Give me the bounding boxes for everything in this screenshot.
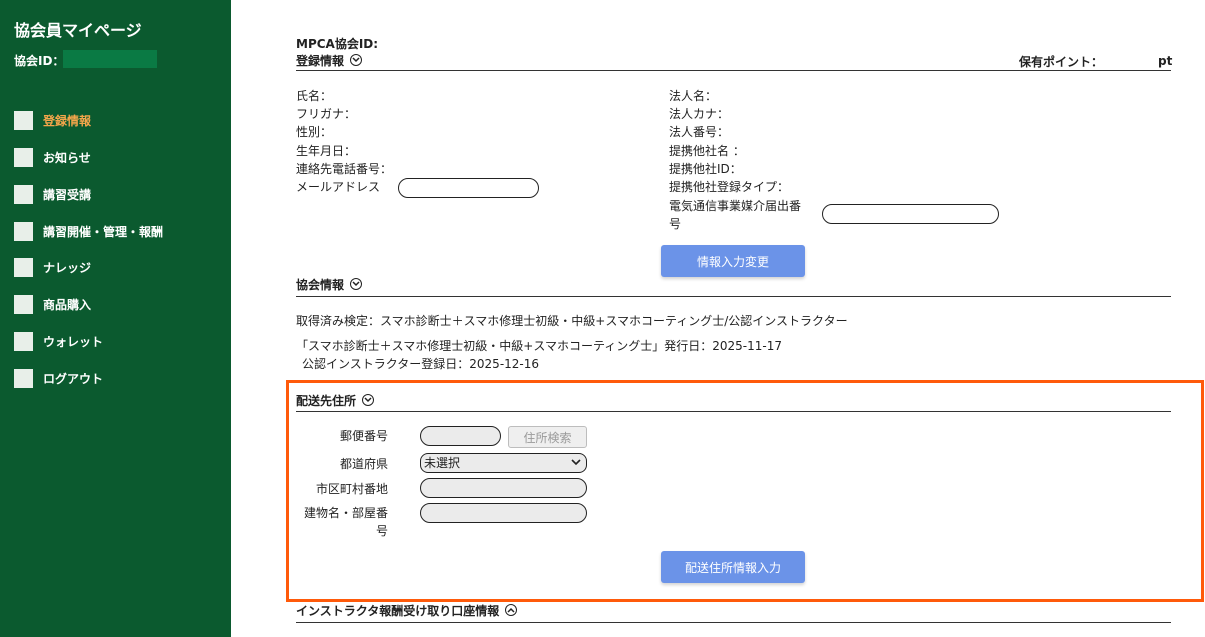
telecom-label-line2: 号 [669,217,682,231]
address-search-button[interactable]: 住所検索 [508,426,587,448]
field-corp-name: 法人名： [669,89,718,103]
sidebar-item-registration[interactable]: 登録情報 [14,110,91,130]
association-section-title: 協会情報 [296,278,345,292]
chevron-down-icon[interactable] [350,278,363,290]
field-furigana: フリガナ： [296,107,357,121]
chevron-down-icon[interactable] [350,54,363,66]
field-corp-number: 法人番号： [669,125,730,139]
postal-code-field[interactable] [420,426,501,446]
city-label: 市区町村番地 [315,482,388,496]
points-unit: pt [1158,54,1173,68]
sidebar-item-label: 商品購入 [43,297,92,312]
sidebar-item-knowledge[interactable]: ナレッジ [14,257,91,277]
building-label-line2: 号 [375,524,388,538]
sidebar-item-label: ログアウト [43,371,104,386]
menu-square-icon [14,110,33,130]
telecom-label-line1: 電気通信事業媒介届出番 [669,199,802,213]
menu-square-icon [14,257,33,277]
change-info-button[interactable]: 情報入力変更 [661,245,805,277]
prefecture-select[interactable]: 未選択 [420,453,587,473]
bank-section-header[interactable]: インストラクタ報酬受け取り口座情報 [296,602,518,619]
sidebar-item-logout[interactable]: ログアウト [14,368,103,388]
field-corp-kana: 法人カナ： [669,107,730,121]
field-email-label: メールアドレス [296,180,381,194]
shipping-section-header[interactable]: 配送先住所 [296,392,375,409]
postal-code-label: 郵便番号 [339,429,388,443]
sidebar-item-label: 登録情報 [43,113,92,128]
sidebar-item-courses[interactable]: 講習受講 [14,184,91,204]
building-label-line1: 建物名・部屋番 [303,506,388,520]
email-field[interactable] [398,178,539,198]
building-field[interactable] [420,503,587,523]
menu-square-icon [14,331,33,351]
sidebar-item-label: ウォレット [43,334,104,349]
shipping-submit-button[interactable]: 配送住所情報入力 [661,551,805,583]
association-section-header[interactable]: 協会情報 [296,276,363,293]
registration-section-title: 登録情報 [296,54,345,68]
acquired-certifications: 取得済み検定：スマホ診断士＋スマホ修理士初級・中級+スマホコーティング士/公認イ… [296,314,848,328]
points-label: 保有ポイント： [1019,55,1104,69]
field-gender: 性別： [296,125,333,139]
menu-square-icon [14,368,33,388]
field-partner-id: 提携他社ID： [669,162,742,176]
registration-section-header[interactable]: 登録情報 [296,52,363,69]
prefecture-selected-value: 未選択 [424,456,461,470]
menu-square-icon [14,147,33,167]
divider [296,296,1171,297]
field-partner-name: 提携他社名 ： [669,144,745,158]
field-name: 氏名： [296,89,333,103]
bank-section-title: インストラクタ報酬受け取り口座情報 [296,604,500,618]
field-phone: 連絡先電話番号： [296,162,393,176]
menu-square-icon [14,294,33,314]
prefecture-label: 都道府県 [339,457,388,471]
menu-square-icon [14,221,33,241]
issue-date-line: 「スマホ診断士＋スマホ修理士初級・中級+スマホコーティング士」発行日：2025-… [296,339,782,353]
chevron-down-icon [571,459,581,466]
sidebar-item-news[interactable]: お知らせ [14,147,91,167]
chevron-up-icon[interactable] [505,604,518,616]
divider [296,411,1171,412]
sidebar-item-label: お知らせ [43,150,91,165]
telecom-number-field[interactable] [822,204,999,224]
sidebar-item-label: 講習受講 [43,187,92,202]
sidebar-item-course-management[interactable]: 講習開催・管理・報酬 [14,221,163,241]
mpca-id-label: MPCA協会ID: [296,37,379,51]
divider [296,70,1171,71]
menu-square-icon [14,184,33,204]
sidebar-item-label: 講習開催・管理・報酬 [43,224,164,239]
instructor-registration-line: 公認インストラクター登録日：2025-12-16 [302,357,540,371]
sidebar-title: 協会員マイページ [14,21,142,40]
sidebar-item-label: ナレッジ [43,260,92,275]
sidebar: 協会員マイページ 協会ID： 登録情報 お知らせ 講習受講 講習開催・管理・報酬… [0,0,231,637]
sidebar-item-purchase[interactable]: 商品購入 [14,294,91,314]
field-partner-type: 提携他社登録タイプ： [669,180,790,194]
field-birthdate: 生年月日： [296,144,357,158]
chevron-down-icon[interactable] [362,394,375,406]
association-id-label: 協会ID： [14,54,65,68]
divider [296,622,1171,623]
association-id-value [63,50,157,68]
city-field[interactable] [420,478,587,498]
shipping-section-title: 配送先住所 [296,394,357,408]
sidebar-item-wallet[interactable]: ウォレット [14,331,103,351]
